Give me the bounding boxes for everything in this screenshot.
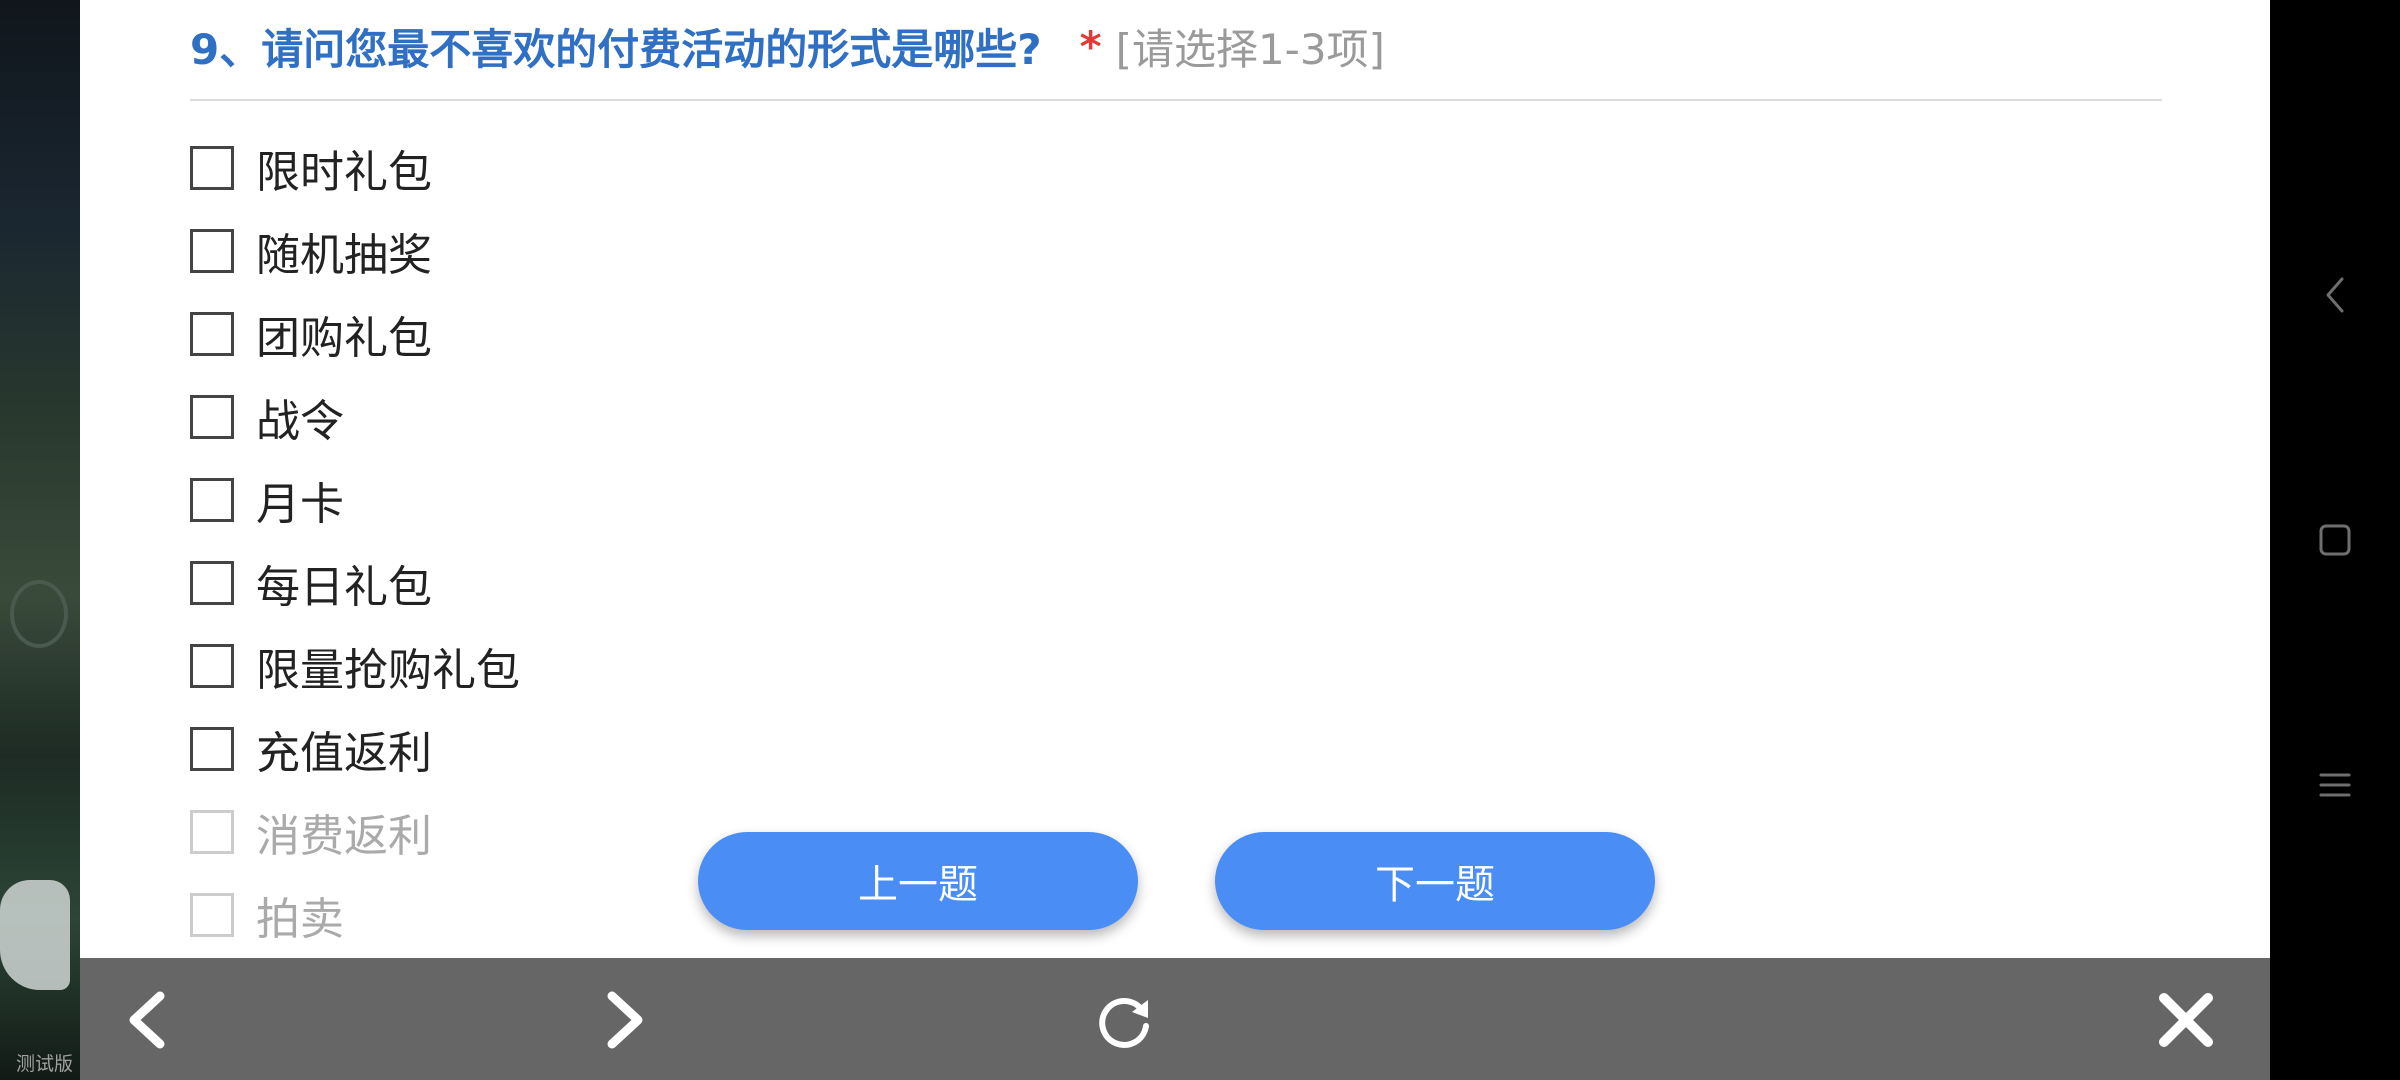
- option-item[interactable]: 充值返利: [190, 707, 520, 790]
- chevron-right-icon[interactable]: [590, 984, 662, 1056]
- background-decoration: [10, 580, 68, 648]
- checkbox[interactable]: [190, 726, 234, 771]
- option-label: 充值返利: [256, 727, 432, 779]
- screen: 测试版 9、请问您最不喜欢的付费活动的形式是哪些? * [请选择1-3项] 限时…: [0, 0, 2400, 1080]
- checkbox[interactable]: [190, 892, 234, 937]
- home-icon[interactable]: [2305, 510, 2365, 570]
- checkbox[interactable]: [190, 311, 234, 356]
- checkbox[interactable]: [190, 643, 234, 688]
- background-decoration: [0, 880, 70, 990]
- next-question-button[interactable]: 下一题: [1215, 832, 1655, 930]
- browser-toolbar: [80, 958, 2270, 1080]
- option-item[interactable]: 消费返利: [190, 790, 520, 873]
- checkbox[interactable]: [190, 560, 234, 605]
- option-label: 拍卖: [256, 893, 344, 945]
- option-label: 团购礼包: [256, 312, 432, 364]
- question-header: 9、请问您最不喜欢的付费活动的形式是哪些? * [请选择1-3项]: [190, 14, 1385, 78]
- option-item[interactable]: 拍卖: [190, 873, 520, 956]
- option-item[interactable]: 月卡: [190, 458, 520, 541]
- game-background: 测试版: [0, 0, 80, 1080]
- option-item[interactable]: 团购礼包: [190, 292, 520, 375]
- back-icon[interactable]: [2305, 265, 2365, 325]
- option-item[interactable]: 每日礼包: [190, 541, 520, 624]
- option-label: 战令: [256, 395, 344, 447]
- option-label: 月卡: [256, 478, 344, 530]
- checkbox[interactable]: [190, 228, 234, 273]
- close-icon[interactable]: [2150, 984, 2222, 1056]
- test-version-label: 测试版: [16, 1053, 74, 1075]
- checkbox[interactable]: [190, 477, 234, 522]
- question-title: 9、请问您最不喜欢的付费活动的形式是哪些?: [190, 24, 1042, 74]
- chevron-left-icon[interactable]: [110, 984, 182, 1056]
- menu-icon[interactable]: [2305, 755, 2365, 815]
- system-navigation-bar: [2270, 0, 2400, 1080]
- option-item[interactable]: 限量抢购礼包: [190, 624, 520, 707]
- required-mark: *: [1079, 21, 1102, 71]
- option-label: 消费返利: [256, 810, 432, 862]
- refresh-icon[interactable]: [1088, 984, 1160, 1056]
- option-label: 限时礼包: [256, 146, 432, 198]
- checkbox[interactable]: [190, 145, 234, 190]
- option-label: 限量抢购礼包: [256, 644, 520, 696]
- option-item[interactable]: 限时礼包: [190, 126, 520, 209]
- survey-panel: 9、请问您最不喜欢的付费活动的形式是哪些? * [请选择1-3项] 限时礼包 随…: [80, 0, 2270, 958]
- option-item[interactable]: 随机抽奖: [190, 209, 520, 292]
- option-list: 限时礼包 随机抽奖 团购礼包 战令 月卡 每日礼包 限量抢购礼包 充值返利 消费…: [190, 126, 520, 956]
- previous-question-button[interactable]: 上一题: [698, 832, 1138, 930]
- divider: [190, 99, 2162, 101]
- option-item[interactable]: 战令: [190, 375, 520, 458]
- option-label: 随机抽奖: [256, 229, 432, 281]
- checkbox[interactable]: [190, 809, 234, 854]
- selection-hint: [请选择1-3项]: [1115, 24, 1385, 74]
- option-label: 每日礼包: [256, 561, 432, 613]
- checkbox[interactable]: [190, 394, 234, 439]
